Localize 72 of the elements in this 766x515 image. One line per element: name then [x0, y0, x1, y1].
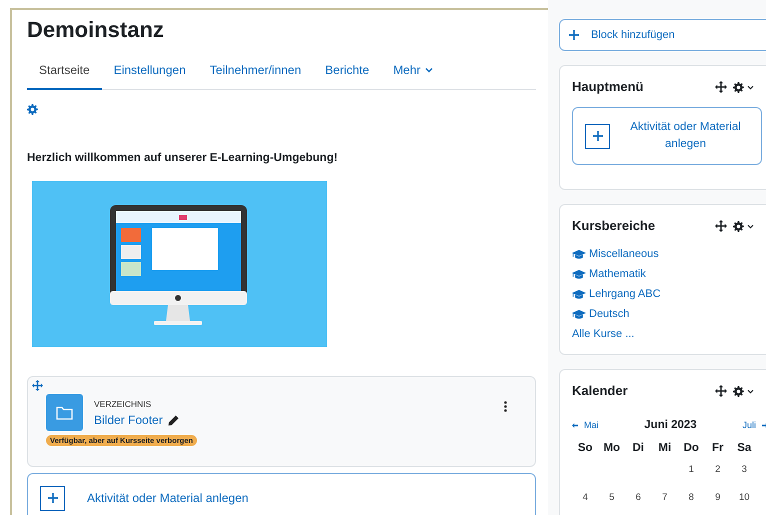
plus-icon	[592, 131, 602, 141]
graduation-cap-icon	[572, 268, 586, 280]
add-activity-button[interactable]: Aktivität oder Material anlegen	[27, 473, 536, 515]
weekday-label: So	[576, 441, 594, 456]
weekday-label: Sa	[736, 441, 752, 456]
move-icon	[715, 220, 727, 232]
day-number: 9	[714, 491, 722, 506]
settings-icon	[733, 386, 744, 396]
settings-icon	[27, 104, 38, 115]
day-number: 6	[634, 491, 642, 506]
kebab-icon	[504, 401, 507, 412]
activity-type: VERZEICHNIS	[94, 398, 152, 411]
weekday-label: Di	[632, 441, 645, 456]
add-activity-button[interactable]: Aktivität oder Material anlegen	[572, 107, 762, 165]
block-title: Hauptmenü	[572, 78, 644, 96]
day-number: 8	[688, 491, 695, 506]
move-icon	[32, 380, 43, 392]
block-title: Kursbereiche	[572, 217, 656, 236]
move-handle[interactable]	[715, 81, 727, 93]
settings-icon	[733, 220, 744, 232]
move-icon	[715, 81, 727, 93]
category-link[interactable]: Miscellaneous	[572, 246, 659, 262]
weekday-label: Do	[682, 441, 700, 456]
settings-icon	[733, 82, 744, 92]
category-link[interactable]: Deutsch	[572, 306, 630, 322]
activity-link[interactable]: Bilder Footer	[94, 411, 163, 430]
day-number: 3	[740, 463, 748, 478]
month-title: Juni 2023	[644, 418, 697, 433]
move-handle[interactable]	[715, 220, 727, 232]
welcome-text: Herzlich willkommen auf unserer E-Learning-Umgebung!	[27, 151, 339, 166]
block-actions-menu[interactable]	[733, 386, 754, 396]
caret-icon	[747, 388, 754, 394]
category-link[interactable]: Mathematik	[572, 266, 646, 282]
previous-month-link[interactable]: Mai	[572, 418, 599, 432]
block-actions-menu[interactable]	[733, 220, 754, 232]
all-courses-link[interactable]: Alle Kurse ...	[572, 326, 634, 342]
arrow-left-icon	[572, 423, 578, 428]
block-title: Kalender	[572, 382, 629, 400]
caret-icon	[747, 84, 754, 90]
category-link[interactable]: Lehrgang ABC	[572, 286, 661, 302]
nav-tab[interactable]: Startseite	[27, 51, 102, 90]
graduation-cap-icon	[572, 248, 586, 260]
nav-tab[interactable]: Teilnehmer/innen	[198, 51, 314, 90]
arrow-right-icon	[762, 423, 766, 428]
caret-icon	[424, 66, 433, 72]
graduation-cap-icon	[572, 288, 586, 300]
day-number: 7	[661, 491, 668, 506]
add-block-button[interactable]: Block hinzufügen	[559, 19, 766, 51]
weekday-label: Mi	[657, 441, 672, 456]
plus-icon	[569, 30, 579, 40]
nav-tab[interactable]: Mehr	[381, 51, 445, 90]
day-number: 4	[582, 491, 589, 506]
weekday-label: Fr	[711, 441, 724, 456]
pencil-icon	[168, 414, 179, 426]
page-title: Demoinstanz	[27, 16, 165, 44]
day-number: 10	[738, 491, 751, 506]
next-month-link[interactable]: Juli	[742, 418, 766, 432]
day-number: 1	[688, 463, 695, 478]
move-icon	[715, 385, 727, 397]
day-number: 2	[714, 463, 722, 478]
graduation-cap-icon	[572, 308, 586, 320]
more-options-button[interactable]	[504, 401, 507, 412]
nav-tab[interactable]: Berichte	[313, 51, 382, 90]
block-actions-menu[interactable]	[733, 82, 754, 92]
nav-tab[interactable]: Einstellungen	[102, 51, 198, 90]
weekday-label: Mo	[602, 441, 622, 456]
folder-icon	[56, 406, 73, 420]
caret-icon	[747, 224, 754, 228]
day-number: 5	[608, 491, 616, 506]
move-handle[interactable]	[715, 385, 727, 397]
settings-button[interactable]	[27, 104, 38, 115]
plus-icon	[48, 493, 58, 504]
